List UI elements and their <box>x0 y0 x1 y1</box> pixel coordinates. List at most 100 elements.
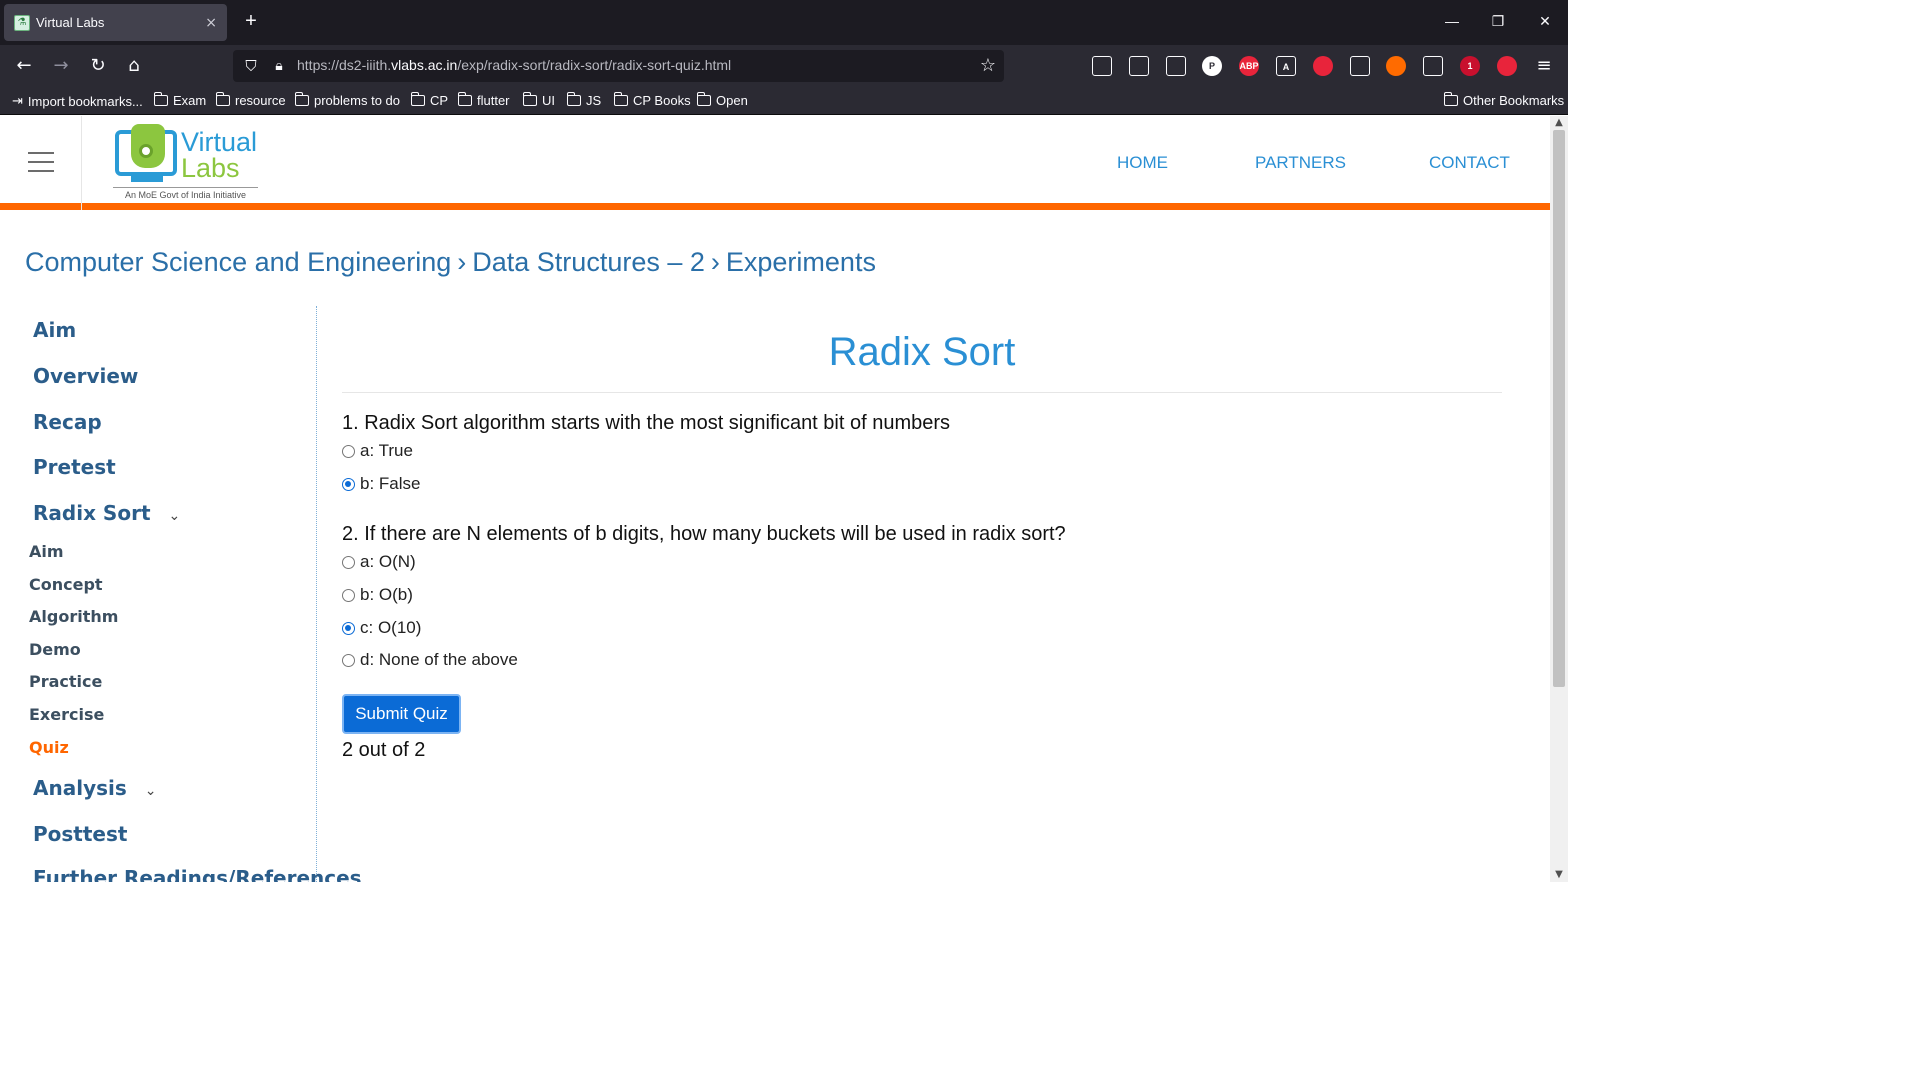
forward-icon[interactable]: → <box>49 54 73 78</box>
hamburger-menu-icon[interactable] <box>28 152 54 172</box>
lock-icon[interactable]: 🔒︎ <box>269 56 289 76</box>
back-icon[interactable]: ← <box>12 54 36 78</box>
library-icon[interactable] <box>1129 56 1149 76</box>
reload-icon[interactable]: ↻ <box>86 54 110 78</box>
sidebar-item-recap[interactable]: Recap <box>33 410 102 434</box>
bookmark-item[interactable]: CP <box>410 92 449 108</box>
other-bookmarks[interactable]: Other Bookmarks <box>1443 92 1564 108</box>
q1-option-b[interactable]: b: False <box>342 474 420 494</box>
sidebar-item-pretest[interactable]: Pretest <box>33 455 116 479</box>
sidebar-subitem-exercise[interactable]: Exercise <box>29 705 104 724</box>
radio-button[interactable] <box>342 555 355 569</box>
logo-tagline: An MoE Govt of India Initiative <box>113 187 258 200</box>
option-label: a: True <box>360 441 413 460</box>
radio-button[interactable] <box>342 588 355 602</box>
p-extension-icon[interactable]: P <box>1202 56 1222 76</box>
bookmark-item[interactable]: CP Books <box>613 92 691 108</box>
bookmark-item[interactable]: JS <box>566 92 602 108</box>
scroll-up-icon[interactable]: ▲ <box>1550 116 1568 130</box>
minimize-icon[interactable]: — <box>1441 10 1463 32</box>
ublock-icon[interactable] <box>1386 56 1406 76</box>
nav-contact-link[interactable]: CONTACT <box>1429 153 1510 173</box>
restore-icon[interactable]: ❐ <box>1487 10 1509 32</box>
breadcrumb-item-experiments[interactable]: Experiments <box>726 247 876 277</box>
tampermonkey-icon[interactable]: 1 <box>1460 56 1480 76</box>
color-picker-icon[interactable] <box>1350 56 1370 76</box>
scroll-down-icon[interactable]: ▼ <box>1550 868 1568 882</box>
breadcrumb-item-cse[interactable]: Computer Science and Engineering <box>25 247 451 277</box>
bookmark-item[interactable]: UI <box>522 92 555 108</box>
sidebar-item-analysis[interactable]: Analysis ⌄ <box>33 776 157 800</box>
nav-partners-link[interactable]: PARTNERS <box>1255 153 1346 173</box>
bookmark-star-icon[interactable]: ☆ <box>980 55 996 77</box>
folder-icon <box>566 92 581 106</box>
font-extension-icon[interactable]: A <box>1276 56 1296 76</box>
sidebar-subitem-algorithm[interactable]: Algorithm <box>29 607 118 626</box>
address-bar[interactable]: ⛉ 🔒︎ https://ds2-iiith.vlabs.ac.in/exp/r… <box>233 50 1004 82</box>
site-header: Virtual Labs An MoE Govt of India Initia… <box>0 116 1550 210</box>
logo-base-shape <box>131 176 163 182</box>
bookmark-item[interactable]: ⇥ Import bookmarks... <box>12 93 143 109</box>
radio-button[interactable] <box>342 444 355 458</box>
new-tab-button[interactable]: + <box>240 10 262 32</box>
close-window-icon[interactable]: ✕ <box>1534 10 1556 32</box>
sidebar-subitem-concept[interactable]: Concept <box>29 575 103 594</box>
sidebar-item-aim[interactable]: Aim <box>33 318 76 342</box>
bookmark-item[interactable]: flutter <box>457 92 510 108</box>
sidebar-item-overview[interactable]: Overview <box>33 364 138 388</box>
tracking-shield-icon[interactable]: ⛉ <box>241 56 261 76</box>
submit-quiz-button[interactable]: Submit Quiz <box>342 694 461 734</box>
pdf-extension-icon[interactable] <box>1313 56 1333 76</box>
page-scrollbar[interactable]: ▲ ▼ <box>1550 116 1568 882</box>
bookmark-label: problems to do <box>314 93 400 108</box>
chevron-down-icon[interactable]: ⌄ <box>145 783 157 799</box>
sidebar-item-posttest[interactable]: Posttest <box>33 822 127 846</box>
bookmark-item[interactable]: resource <box>215 92 286 108</box>
option-label: a: O(N) <box>360 552 416 571</box>
option-label: c: O(10) <box>360 618 422 637</box>
bookmark-item[interactable]: problems to do <box>294 92 400 108</box>
virtual-labs-logo[interactable]: Virtual Labs An MoE Govt of India Initia… <box>113 124 258 202</box>
breadcrumb-separator: › <box>710 247 720 277</box>
bookmark-item[interactable]: Exam <box>153 92 206 108</box>
radio-button-checked[interactable] <box>342 621 355 635</box>
home-icon[interactable]: ⌂ <box>122 54 146 78</box>
close-tab-icon[interactable]: × <box>205 15 217 31</box>
folder-icon <box>696 92 711 106</box>
sidebar-subitem-aim[interactable]: Aim <box>29 542 64 561</box>
sidebar-item-further-readings[interactable]: Further Readings/References <box>33 866 362 882</box>
breadcrumb-item-ds2[interactable]: Data Structures – 2 <box>472 247 705 277</box>
radio-button-checked[interactable] <box>342 477 355 491</box>
q2-option-a[interactable]: a: O(N) <box>342 552 416 572</box>
page-title: Radix Sort <box>828 330 1016 374</box>
chevron-down-icon[interactable]: ⌄ <box>169 508 181 524</box>
q2-option-b[interactable]: b: O(b) <box>342 585 413 605</box>
bookmark-label: JS <box>586 93 602 108</box>
sidebar-subitem-demo[interactable]: Demo <box>29 640 81 659</box>
radio-button[interactable] <box>342 653 355 667</box>
sidebar-subitem-quiz[interactable]: Quiz <box>29 738 69 757</box>
web-page: Virtual Labs An MoE Govt of India Initia… <box>0 116 1550 882</box>
sidebar-icon[interactable] <box>1166 56 1186 76</box>
browser-tab[interactable]: ⚗ Virtual Labs × <box>4 4 227 41</box>
edit-extension-icon[interactable] <box>1497 56 1517 76</box>
sidebar-subitem-practice[interactable]: Practice <box>29 672 102 691</box>
sidebar-item-radix-sort-label: Radix Sort <box>33 501 151 525</box>
menu-icon[interactable]: ≡ <box>1532 54 1556 78</box>
adblock-plus-icon[interactable]: ABP <box>1239 56 1259 76</box>
bookmark-label: CP <box>430 93 449 108</box>
q1-option-a[interactable]: a: True <box>342 441 413 461</box>
scrollbar-thumb[interactable] <box>1553 130 1565 687</box>
sidebar-item-radix-sort[interactable]: Radix Sort ⌄ <box>33 501 180 525</box>
mask-extension-icon[interactable] <box>1423 56 1443 76</box>
url-text[interactable]: https://ds2-iiith.vlabs.ac.in/exp/radix-… <box>297 57 731 73</box>
browser-tab-strip: ⚗ Virtual Labs × + — ❐ ✕ <box>0 0 1568 45</box>
bookmark-label: resource <box>235 93 286 108</box>
q2-option-c[interactable]: c: O(10) <box>342 618 421 638</box>
pocket-icon[interactable] <box>1092 56 1112 76</box>
q2-option-d[interactable]: d: None of the above <box>342 650 518 670</box>
logo-gear-shape <box>139 144 153 158</box>
bookmark-item[interactable]: Open <box>696 92 748 108</box>
nav-home-link[interactable]: HOME <box>1117 153 1168 173</box>
bookmark-label: UI <box>542 93 555 108</box>
